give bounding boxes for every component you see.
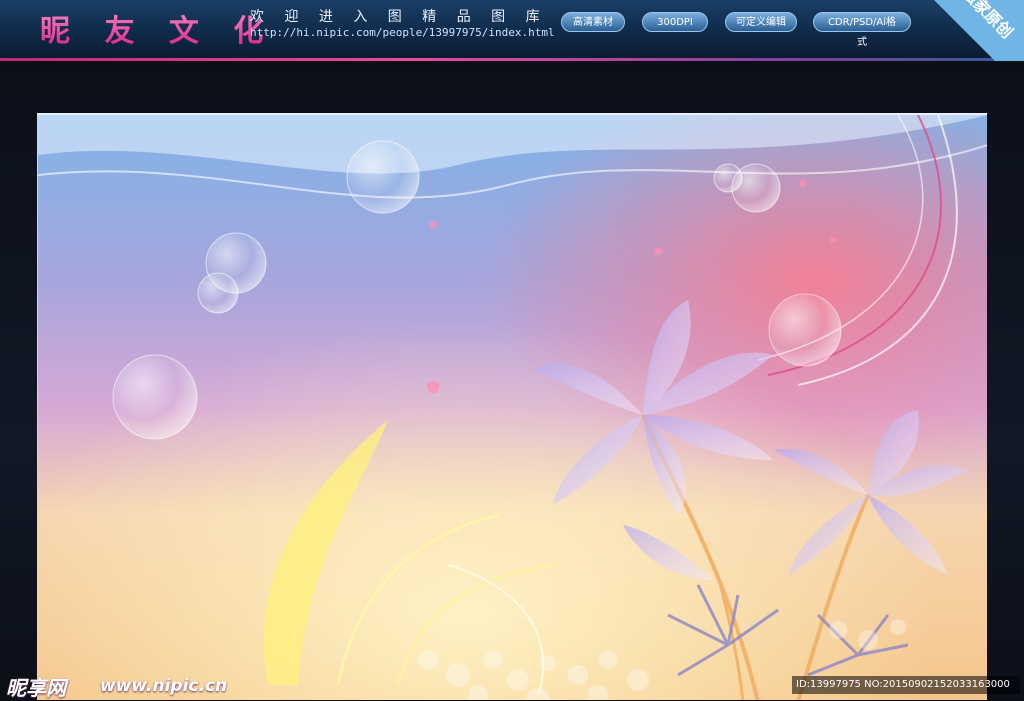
nipic-logo: 昵享网 [6, 676, 66, 700]
nipic-site-url[interactable]: www.nipic.cn [100, 676, 227, 696]
tag-editable: 可定义编辑 [725, 12, 797, 32]
lily-bubble-illustration [38, 115, 987, 700]
artwork-canvas [37, 113, 987, 700]
brand-title: 昵 友 文 化 [40, 6, 275, 50]
header-banner: 昵 友 文 化 欢 迎 进 入 图 精 品 图 库 http://hi.nipi… [0, 0, 1024, 90]
welcome-text: 欢 迎 进 入 图 精 品 图 库 [250, 9, 548, 25]
tag-format: CDR/PSD/Ai格式 [813, 12, 911, 48]
image-id-label: ID:13997975 NO:20150902152033163000 [792, 676, 1020, 694]
tag-hd-material: 高清素材 [561, 12, 625, 32]
tag-300dpi: 300DPI [642, 12, 708, 32]
author-url[interactable]: http://hi.nipic.com/people/13997975/inde… [250, 26, 555, 39]
